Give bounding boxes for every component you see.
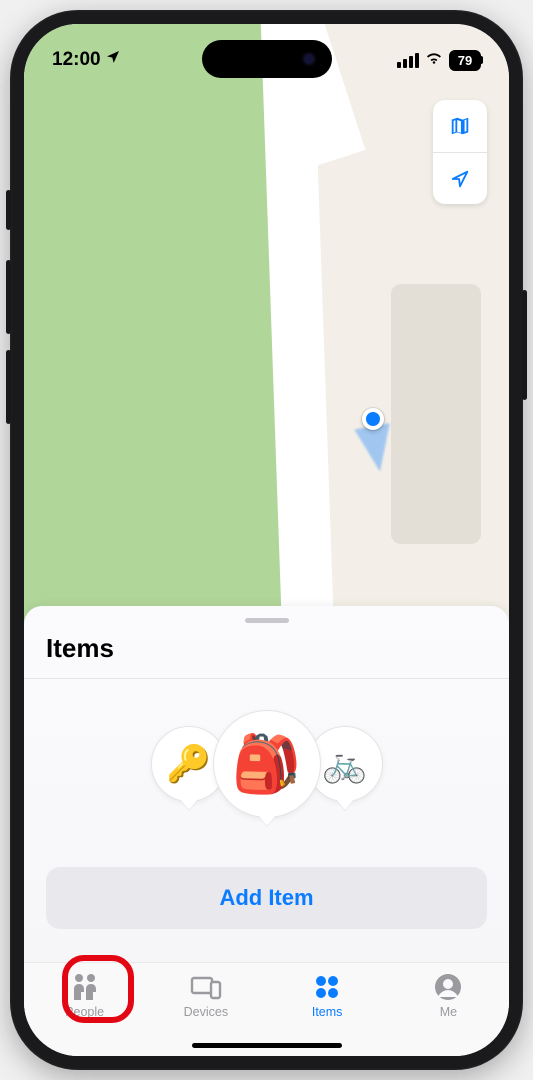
map-view[interactable]	[24, 24, 509, 634]
dynamic-island	[202, 40, 332, 78]
user-heading-cone	[354, 423, 397, 475]
power-button	[522, 290, 527, 400]
me-icon	[434, 971, 462, 1003]
tab-me[interactable]: Me	[405, 971, 491, 1019]
tab-label: Devices	[184, 1005, 228, 1019]
map-style-button[interactable]	[433, 100, 487, 152]
add-item-button[interactable]: Add Item	[46, 867, 487, 929]
devices-icon	[189, 971, 223, 1003]
cellular-signal-icon	[397, 53, 419, 68]
sheet-title: Items	[24, 633, 509, 678]
map-icon	[449, 115, 471, 137]
tab-items[interactable]: Items	[284, 971, 370, 1019]
home-indicator[interactable]	[192, 1043, 342, 1048]
phone-frame: 12:00 79	[10, 10, 523, 1070]
item-bubble-backpack: 🎒	[213, 710, 321, 818]
items-illustration: 🔑 🎒 🚲	[24, 679, 509, 849]
map-controls	[433, 100, 487, 204]
tab-label: Me	[440, 1005, 457, 1019]
location-arrow-icon	[449, 168, 471, 190]
tab-people[interactable]: People	[42, 971, 128, 1019]
side-button	[6, 190, 11, 230]
wifi-icon	[424, 49, 444, 71]
tab-bar: People Devices Items	[24, 962, 509, 1056]
bottom-sheet[interactable]: Items 🔑 🎒 🚲 Add Item People	[24, 606, 509, 1056]
tab-label: Items	[312, 1005, 343, 1019]
people-icon	[68, 971, 102, 1003]
tab-devices[interactable]: Devices	[163, 971, 249, 1019]
user-location-dot	[362, 408, 384, 430]
sheet-grabber[interactable]	[245, 618, 289, 623]
tab-label: People	[65, 1005, 104, 1019]
battery-indicator: 79	[449, 50, 481, 71]
items-icon	[313, 971, 341, 1003]
location-arrow-icon	[105, 49, 121, 71]
volume-up-button	[6, 260, 11, 334]
map-building	[391, 284, 481, 544]
screen: 12:00 79	[24, 24, 509, 1056]
clock-text: 12:00	[52, 49, 101, 71]
volume-down-button	[6, 350, 11, 424]
recenter-button[interactable]	[433, 152, 487, 204]
